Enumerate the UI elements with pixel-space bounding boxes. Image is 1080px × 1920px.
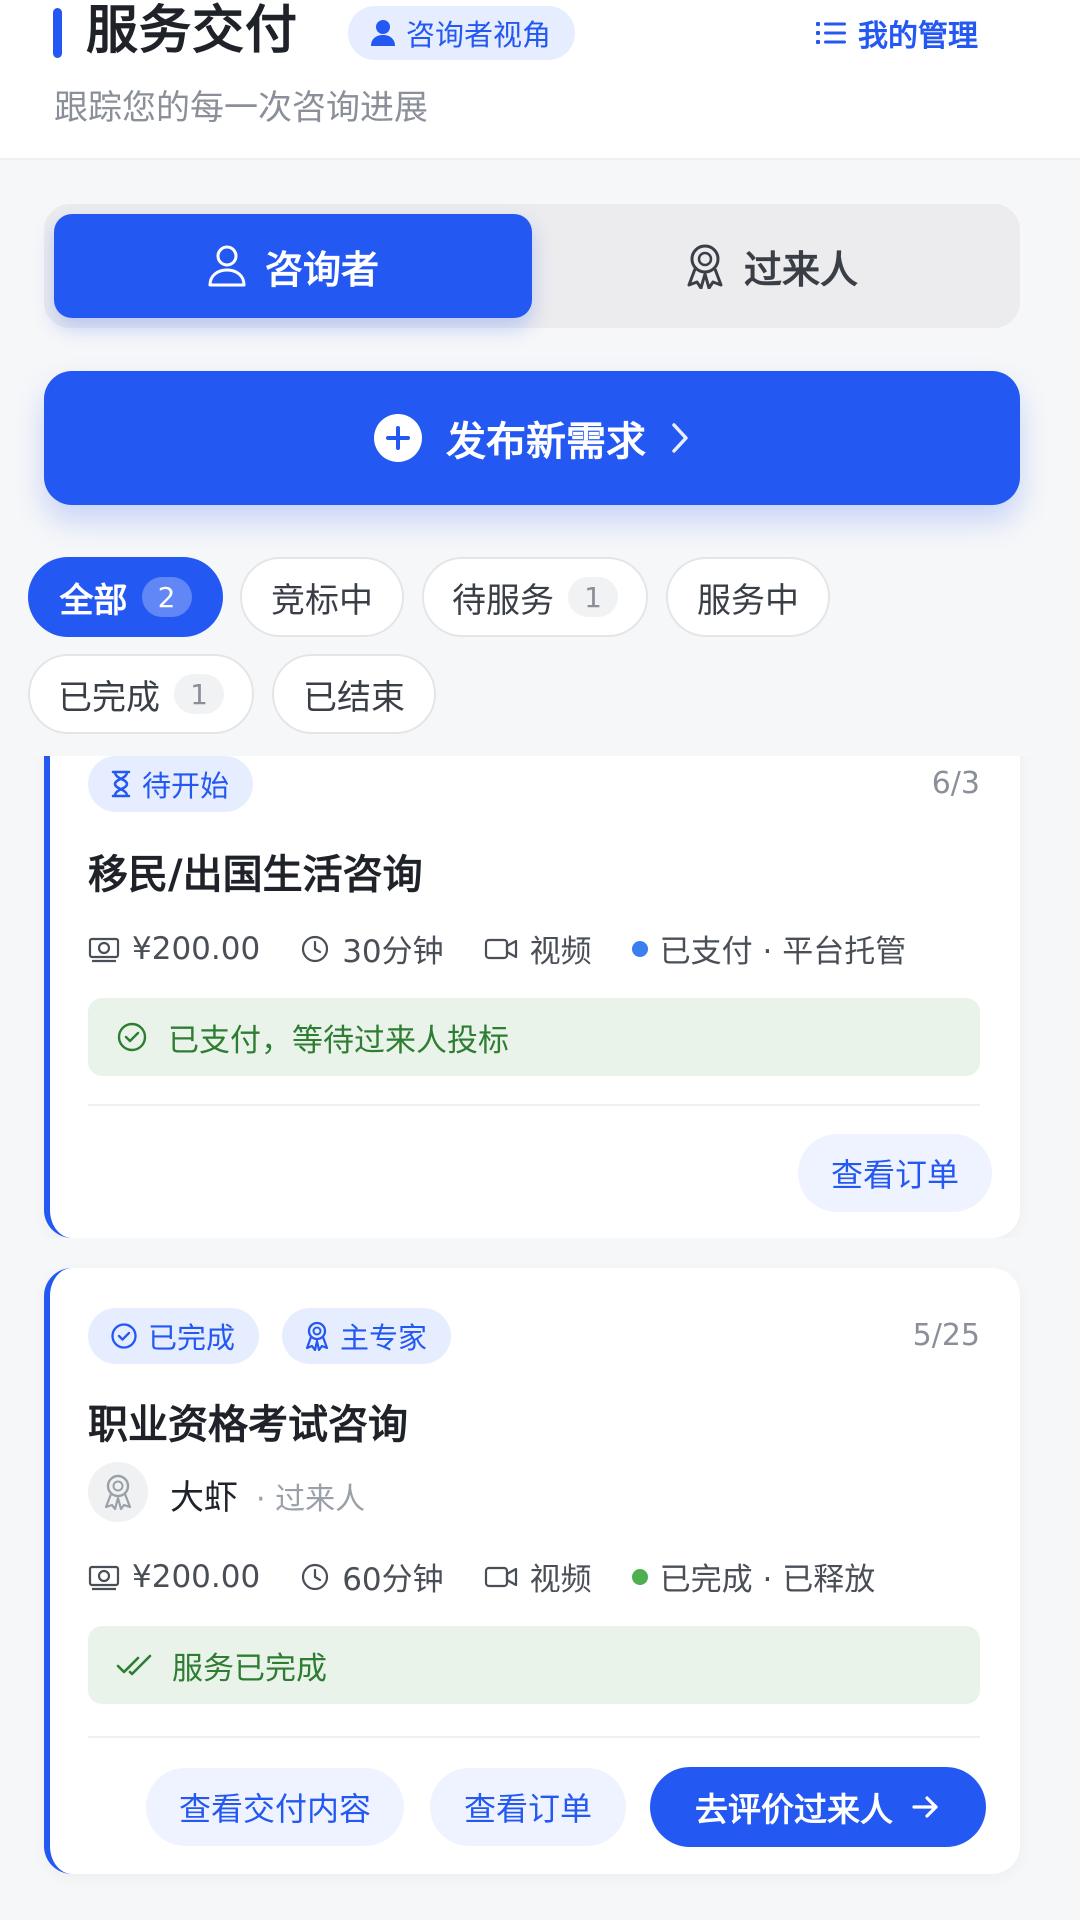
view-mode-label: 咨询者视角 — [406, 18, 552, 52]
status-chip: 待开始 — [88, 756, 254, 812]
duration-item: 30分钟 — [300, 926, 444, 971]
order-meta: ¥200.00 30分钟 视频 已支付 · 平台托管 — [88, 926, 906, 971]
notice-text: 服务已完成 — [172, 1650, 327, 1687]
filter-chip-completed[interactable]: 已完成 1 — [28, 654, 254, 734]
money-icon — [88, 935, 120, 963]
filter-count-badge: 1 — [568, 577, 618, 617]
my-management-link[interactable]: 我的管理 — [816, 10, 978, 56]
price-value: ¥200.00 — [132, 930, 261, 967]
role-tab-consultant[interactable]: 咨询者 — [54, 214, 532, 318]
order-meta: ¥200.00 60分钟 视频 已完成 · 已释放 — [88, 1554, 875, 1599]
filter-chip-pending-service[interactable]: 待服务 1 — [422, 557, 648, 637]
person-outline-icon — [207, 245, 247, 287]
person-icon — [370, 19, 396, 47]
video-camera-icon — [484, 936, 518, 962]
payment-status-dot — [631, 1568, 648, 1585]
filter-chip-all[interactable]: 全部 2 — [28, 557, 223, 637]
money-icon — [88, 1563, 120, 1591]
award-icon — [684, 243, 726, 289]
order-card-clip: 待开始 6/3 移民/出国生活咨询 ¥200.00 30分钟 视频 已支付 · … — [0, 756, 1080, 1238]
card-divider — [88, 1736, 980, 1738]
check-circle-icon — [116, 1021, 148, 1053]
award-icon — [102, 1474, 134, 1510]
role-tab-label: 过来人 — [743, 247, 858, 292]
double-check-icon — [116, 1652, 152, 1678]
rate-mentor-button[interactable]: 去评价过来人 — [650, 1767, 986, 1847]
notice-text: 已支付，等待过来人投标 — [168, 1022, 509, 1059]
filter-chip-label: 已结束 — [303, 677, 405, 718]
filter-chip-label: 全部 — [59, 580, 128, 621]
payment-status: 已完成 · 已释放 — [659, 1562, 876, 1598]
status-label: 已完成 — [148, 1321, 236, 1355]
chevron-right-icon — [670, 421, 690, 455]
filter-count-badge: 2 — [141, 577, 192, 617]
plus-icon — [374, 414, 422, 462]
view-order-button[interactable]: 查看订单 — [430, 1768, 626, 1846]
mode-value: 视频 — [529, 934, 592, 970]
clock-icon — [300, 1562, 330, 1592]
role-tab-label: 咨询者 — [264, 247, 379, 292]
expert-name[interactable]: 大虾 — [170, 1470, 238, 1519]
filter-chip-label: 竞标中 — [271, 580, 373, 621]
rate-mentor-label: 去评价过来人 — [695, 1790, 893, 1829]
filter-chip-ended[interactable]: 已结束 — [272, 654, 436, 734]
title-accent-bar — [53, 8, 62, 58]
order-date: 6/3 — [931, 766, 980, 801]
arrow-right-icon — [911, 1794, 941, 1820]
role-tab-mentor[interactable]: 过来人 — [532, 214, 1010, 318]
status-chip: 已完成 — [88, 1308, 260, 1364]
clock-icon — [300, 934, 330, 964]
duration-value: 30分钟 — [342, 934, 444, 970]
role-tag-label: 主专家 — [340, 1321, 428, 1355]
hourglass-icon — [110, 770, 132, 798]
filter-chip-in-service[interactable]: 服务中 — [666, 557, 830, 637]
page-subtitle: 跟踪您的每一次咨询进展 — [54, 88, 428, 128]
payment-item: 已支付 · 平台托管 — [631, 926, 907, 971]
publish-label: 发布新需求 — [446, 419, 646, 465]
status-notice: 服务已完成 — [88, 1626, 980, 1704]
list-icon — [816, 20, 846, 46]
filter-chip-bidding[interactable]: 竞标中 — [240, 557, 404, 637]
order-card[interactable]: 待开始 6/3 移民/出国生活咨询 ¥200.00 30分钟 视频 已支付 · … — [44, 756, 1020, 1238]
my-management-label: 我的管理 — [858, 19, 978, 54]
publish-request-button[interactable]: 发布新需求 — [44, 371, 1020, 505]
filter-chip-label: 已完成 — [58, 677, 160, 718]
mode-item: 视频 — [484, 926, 592, 971]
order-card[interactable]: 已完成 主专家 5/25 职业资格考试咨询 大虾 · 过来人 ¥200.00 6… — [44, 1268, 1020, 1874]
page-title: 服务交付 — [86, 1, 299, 61]
price-item: ¥200.00 — [88, 1559, 260, 1595]
mode-item: 视频 — [484, 1554, 592, 1599]
filter-count-badge: 1 — [174, 674, 224, 714]
order-title: 移民/出国生活咨询 — [88, 852, 423, 898]
expert-role: · 过来人 — [256, 1482, 366, 1517]
award-icon — [304, 1321, 330, 1351]
payment-status-dot — [631, 940, 648, 957]
price-value: ¥200.00 — [132, 1558, 261, 1595]
view-delivery-button[interactable]: 查看交付内容 — [146, 1768, 404, 1846]
duration-item: 60分钟 — [300, 1554, 444, 1599]
order-title: 职业资格考试咨询 — [88, 1402, 408, 1448]
expert-avatar — [88, 1462, 148, 1522]
check-circle-icon — [110, 1322, 138, 1350]
role-tag-chip: 主专家 — [282, 1308, 452, 1364]
payment-item: 已完成 · 已释放 — [631, 1554, 876, 1599]
status-label: 待开始 — [142, 769, 230, 803]
mode-value: 视频 — [529, 1562, 592, 1598]
filter-chip-label: 服务中 — [697, 580, 799, 621]
order-date: 5/25 — [912, 1318, 980, 1353]
view-mode-chip[interactable]: 咨询者视角 — [348, 6, 576, 60]
filter-chip-label: 待服务 — [452, 580, 554, 621]
duration-value: 60分钟 — [342, 1562, 444, 1598]
price-item: ¥200.00 — [88, 931, 260, 967]
status-notice: 已支付，等待过来人投标 — [88, 998, 980, 1076]
payment-status: 已支付 · 平台托管 — [659, 934, 907, 970]
view-order-button[interactable]: 查看订单 — [798, 1134, 992, 1212]
card-divider — [88, 1104, 980, 1106]
video-camera-icon — [484, 1564, 518, 1590]
